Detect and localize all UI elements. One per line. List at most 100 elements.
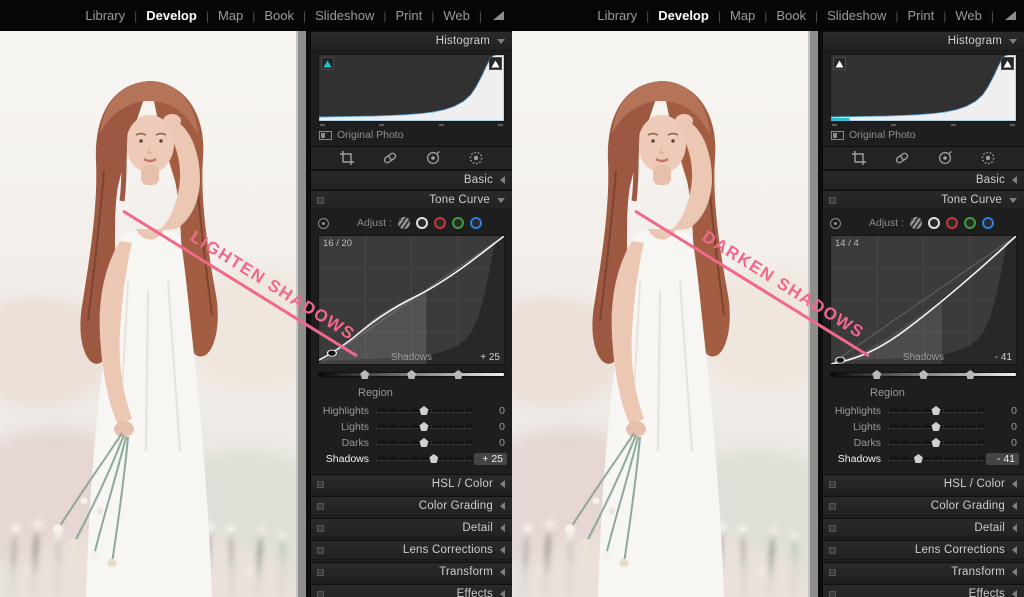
slider-track[interactable] — [376, 405, 472, 416]
menu-web[interactable]: Web — [955, 8, 982, 23]
crop-overlay-tool[interactable] — [339, 150, 355, 166]
photo-canvas[interactable] — [0, 31, 296, 597]
spot-removal-tool[interactable] — [382, 150, 398, 166]
slider-knob[interactable] — [429, 454, 439, 463]
histogram-panel-header[interactable]: Histogram — [311, 31, 512, 51]
slider-knob[interactable] — [931, 422, 941, 431]
histogram[interactable] — [318, 54, 505, 122]
panel-lens-corrections[interactable]: Lens Corrections — [823, 540, 1024, 560]
menu-develop[interactable]: Develop — [658, 8, 709, 23]
red-eye-tool[interactable] — [937, 150, 953, 166]
panel-detail[interactable]: Detail — [823, 518, 1024, 538]
curve-split-slider[interactable] — [318, 368, 505, 380]
panel-effects[interactable]: Effects — [823, 584, 1024, 597]
panel-switch-icon[interactable] — [829, 569, 836, 576]
slider-track[interactable] — [888, 405, 984, 416]
panel-switch-icon[interactable] — [829, 481, 836, 488]
tone-curve-panel-header[interactable]: Tone Curve — [311, 190, 512, 210]
parametric-curve-icon[interactable] — [910, 217, 922, 229]
panel-corner-icon[interactable] — [493, 11, 504, 20]
spot-removal-tool[interactable] — [894, 150, 910, 166]
before-after-icon[interactable] — [831, 131, 844, 140]
tone-curve-graph[interactable]: 14 / 4 Shadows - 41 — [830, 235, 1017, 365]
panel-hsl-color[interactable]: HSL / Color — [311, 474, 512, 494]
masking-tool[interactable] — [980, 150, 996, 166]
slider-track[interactable] — [888, 437, 984, 448]
panel-hsl-color[interactable]: HSL / Color — [823, 474, 1024, 494]
menu-print[interactable]: Print — [396, 8, 423, 23]
panel-color-grading[interactable]: Color Grading — [823, 496, 1024, 516]
panel-color-grading[interactable]: Color Grading — [311, 496, 512, 516]
point-curve-icon[interactable] — [928, 217, 940, 229]
menu-library[interactable]: Library — [597, 8, 637, 23]
red-channel-icon[interactable] — [434, 217, 446, 229]
crop-overlay-tool[interactable] — [851, 150, 867, 166]
panel-switch-icon[interactable] — [829, 547, 836, 554]
tone-curve-graph[interactable]: 16 / 20 Shadows + 25 — [318, 235, 505, 365]
slider-track[interactable] — [888, 453, 986, 464]
red-channel-icon[interactable] — [946, 217, 958, 229]
slider-knob[interactable] — [913, 454, 923, 463]
slider-track[interactable] — [376, 437, 472, 448]
panel-switch-icon[interactable] — [317, 481, 324, 488]
slider-knob[interactable] — [419, 422, 429, 431]
curve-split-slider[interactable] — [830, 368, 1017, 380]
highlight-clipping-indicator[interactable] — [1001, 57, 1014, 70]
basic-panel-header[interactable]: Basic — [823, 170, 1024, 190]
photo-canvas[interactable] — [512, 31, 808, 597]
target-adjustment-icon[interactable] — [830, 218, 841, 229]
scrollbar[interactable] — [296, 31, 311, 597]
panel-switch-icon[interactable] — [829, 197, 836, 204]
panel-switch-icon[interactable] — [317, 591, 324, 597]
panel-switch-icon[interactable] — [829, 503, 836, 510]
green-channel-icon[interactable] — [964, 217, 976, 229]
basic-panel-header[interactable]: Basic — [311, 170, 512, 190]
original-photo-row[interactable]: Original Photo — [319, 129, 504, 141]
masking-tool[interactable] — [468, 150, 484, 166]
histogram-panel-header[interactable]: Histogram — [823, 31, 1024, 51]
panel-switch-icon[interactable] — [317, 525, 324, 532]
slider-knob[interactable] — [419, 406, 429, 415]
slider-track[interactable] — [376, 421, 472, 432]
slider-knob[interactable] — [931, 406, 941, 415]
menu-print[interactable]: Print — [908, 8, 935, 23]
slider-knob[interactable] — [419, 438, 429, 447]
target-adjustment-icon[interactable] — [318, 218, 329, 229]
blue-channel-icon[interactable] — [470, 217, 482, 229]
panel-lens-corrections[interactable]: Lens Corrections — [311, 540, 512, 560]
scrollbar[interactable] — [808, 31, 823, 597]
panel-transform[interactable]: Transform — [311, 562, 512, 582]
menu-library[interactable]: Library — [85, 8, 125, 23]
panel-switch-icon[interactable] — [829, 591, 836, 597]
parametric-curve-icon[interactable] — [398, 217, 410, 229]
highlight-clipping-indicator[interactable] — [489, 57, 502, 70]
panel-switch-icon[interactable] — [317, 569, 324, 576]
red-eye-tool[interactable] — [425, 150, 441, 166]
panel-switch-icon[interactable] — [317, 503, 324, 510]
blue-channel-icon[interactable] — [982, 217, 994, 229]
menu-map[interactable]: Map — [730, 8, 755, 23]
tone-curve-panel-header[interactable]: Tone Curve — [823, 190, 1024, 210]
menu-web[interactable]: Web — [443, 8, 470, 23]
shadow-clipping-indicator[interactable] — [833, 57, 846, 70]
histogram[interactable] — [830, 54, 1017, 122]
menu-book[interactable]: Book — [264, 8, 294, 23]
menu-slideshow[interactable]: Slideshow — [827, 8, 886, 23]
slider-knob[interactable] — [931, 438, 941, 447]
panel-corner-icon[interactable] — [1005, 11, 1016, 20]
shadow-clipping-indicator[interactable] — [321, 57, 334, 70]
panel-effects[interactable]: Effects — [311, 584, 512, 597]
point-curve-icon[interactable] — [416, 217, 428, 229]
panel-detail[interactable]: Detail — [311, 518, 512, 538]
green-channel-icon[interactable] — [452, 217, 464, 229]
menu-map[interactable]: Map — [218, 8, 243, 23]
panel-switch-icon[interactable] — [829, 525, 836, 532]
before-after-icon[interactable] — [319, 131, 332, 140]
panel-switch-icon[interactable] — [317, 547, 324, 554]
slider-track[interactable] — [376, 453, 474, 464]
menu-book[interactable]: Book — [776, 8, 806, 23]
panel-transform[interactable]: Transform — [823, 562, 1024, 582]
original-photo-row[interactable]: Original Photo — [831, 129, 1016, 141]
menu-develop[interactable]: Develop — [146, 8, 197, 23]
slider-track[interactable] — [888, 421, 984, 432]
